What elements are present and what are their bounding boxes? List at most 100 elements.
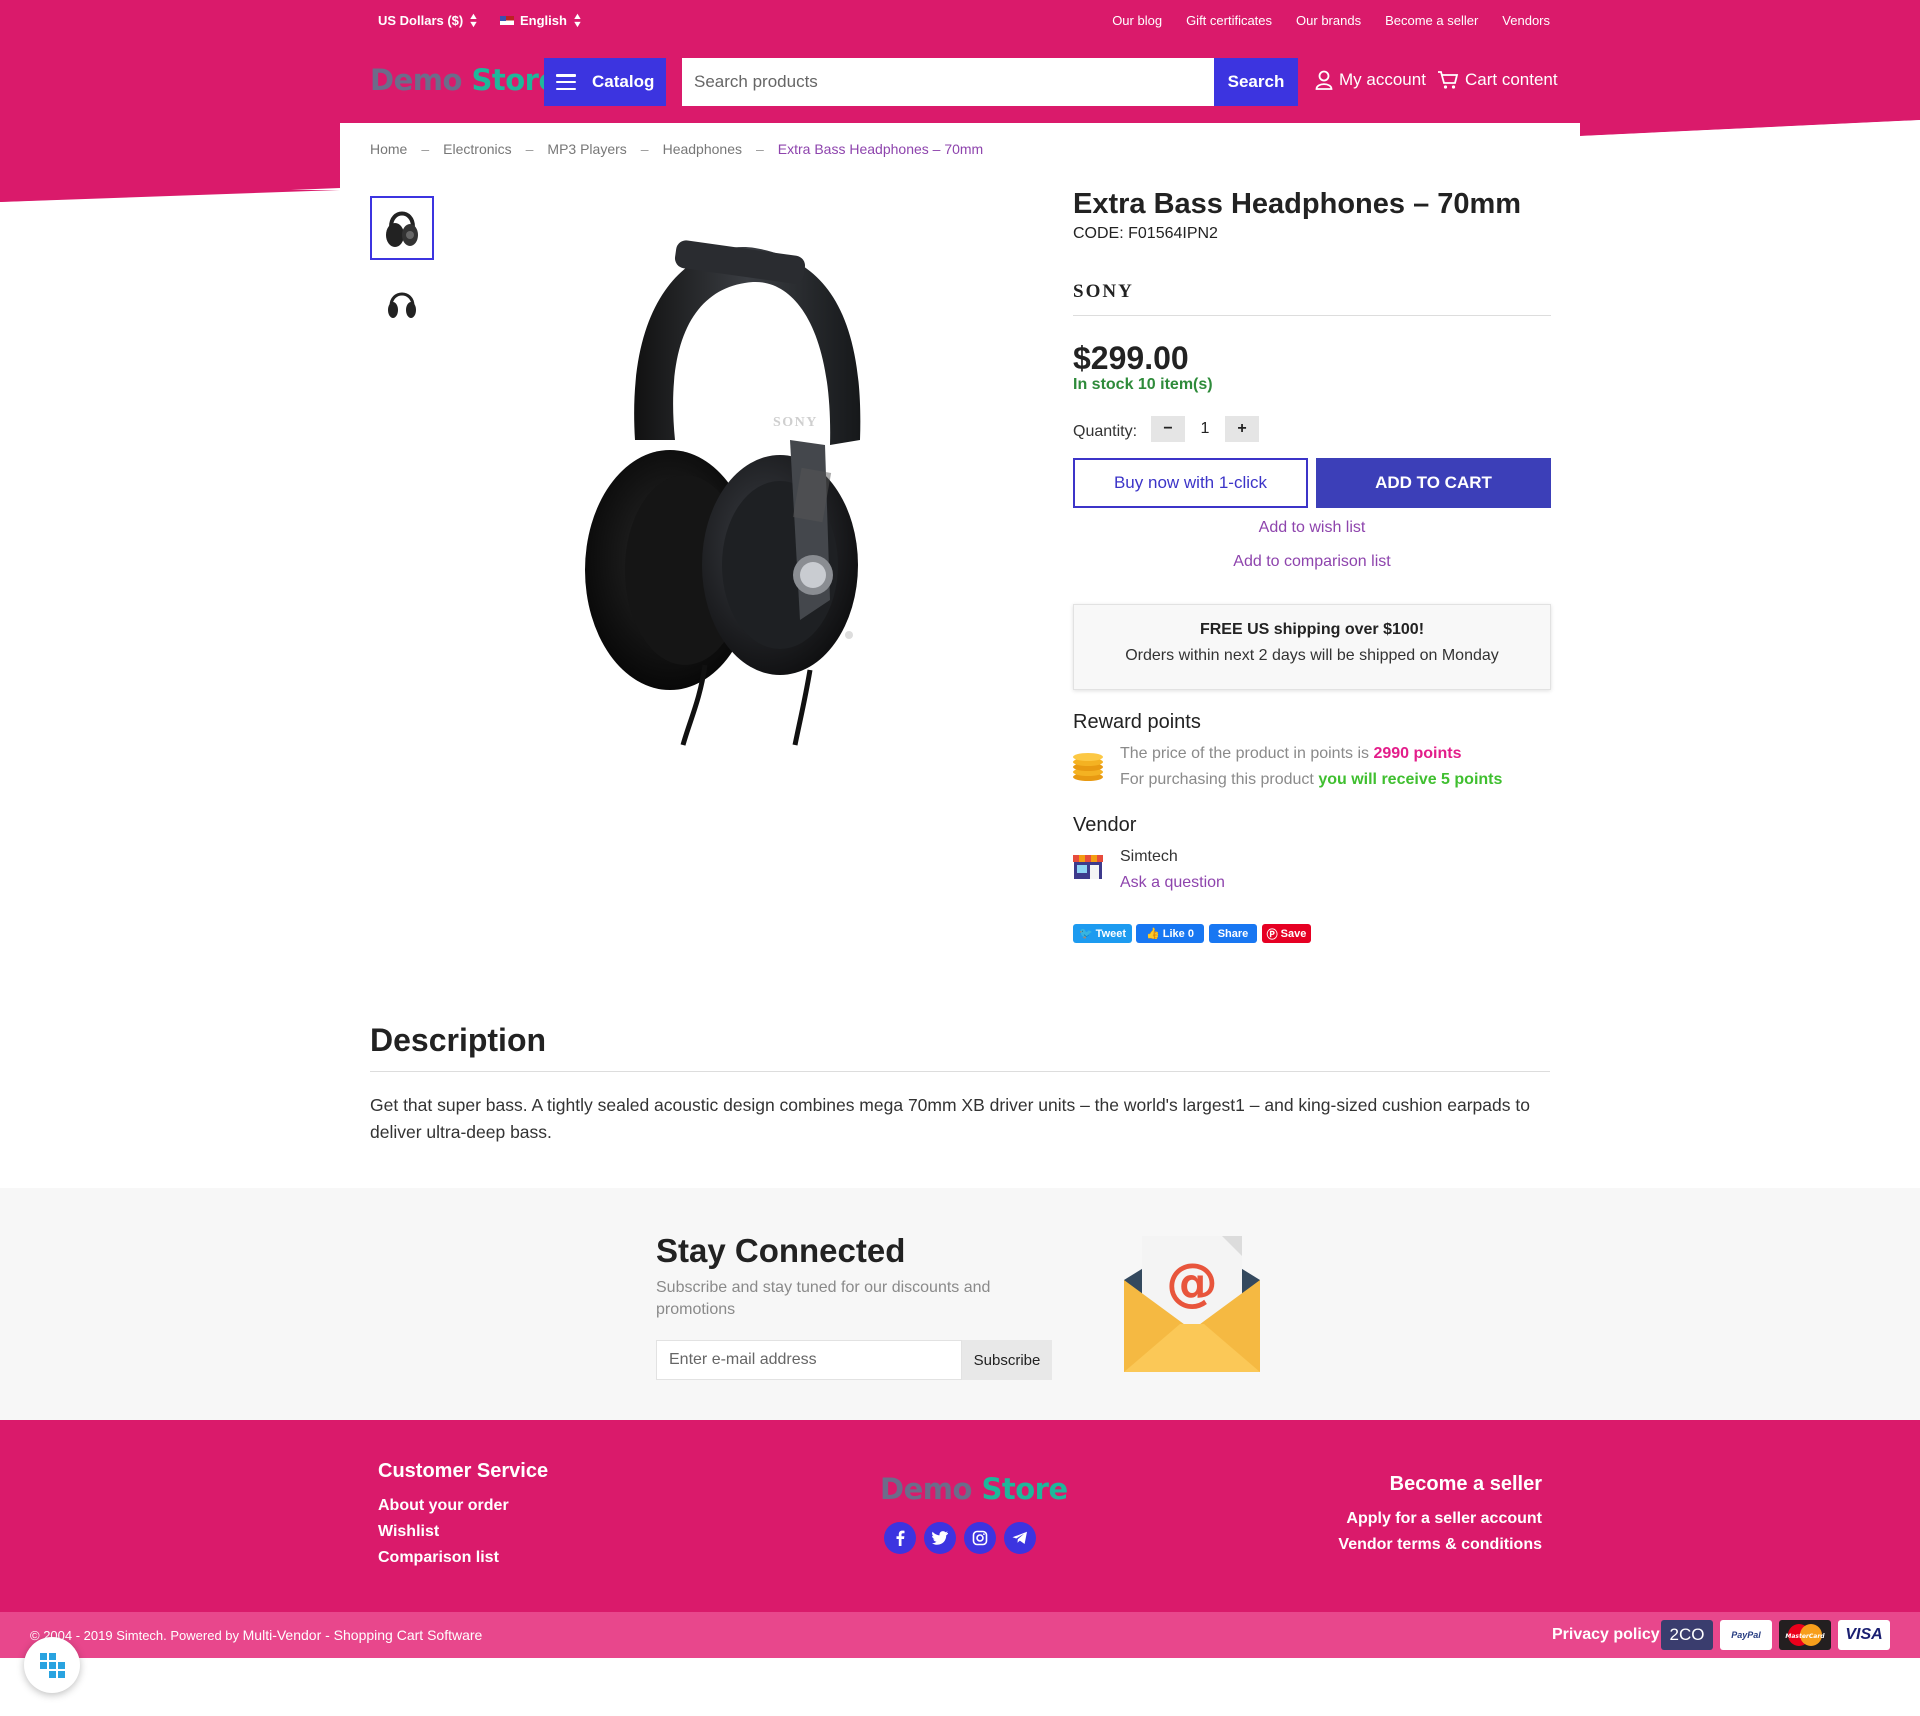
- breadcrumb-separator: –: [525, 141, 534, 157]
- apps-menu-button[interactable]: [24, 1637, 80, 1693]
- coins-icon: [1073, 753, 1103, 781]
- breadcrumb-mp3-players[interactable]: MP3 Players: [547, 141, 626, 157]
- store-logo[interactable]: Demo Store: [370, 63, 558, 97]
- newsletter-email-input[interactable]: [656, 1340, 962, 1380]
- pinterest-save-button[interactable]: Ⓟ Save: [1262, 924, 1311, 943]
- facebook-icon[interactable]: [884, 1522, 916, 1554]
- add-to-wishlist-link[interactable]: Add to wish list: [1073, 519, 1551, 537]
- product-main-image[interactable]: SONY: [565, 240, 925, 750]
- top-link-blog[interactable]: Our blog: [1112, 13, 1162, 28]
- quantity-stepper: − +: [1151, 416, 1259, 442]
- quantity-decrease-button[interactable]: −: [1151, 416, 1185, 442]
- vendor-name[interactable]: Simtech: [1120, 848, 1178, 866]
- divider: [370, 1071, 1550, 1072]
- top-links: Our blog Gift certificates Our brands Be…: [1112, 13, 1550, 28]
- footer-link-vendor-terms[interactable]: Vendor terms & conditions: [1242, 1536, 1542, 1554]
- product-price: $299.00: [1073, 340, 1189, 376]
- reward-points-heading: Reward points: [1073, 711, 1201, 733]
- like-label: Like 0: [1162, 927, 1194, 940]
- mastercard-label: MasterCard: [1785, 1633, 1825, 1640]
- email-envelope-icon: @: [1124, 1236, 1260, 1372]
- reward-receive-text: For purchasing this product: [1120, 771, 1319, 788]
- privacy-policy-link[interactable]: Privacy policy: [1552, 1626, 1660, 1644]
- logo-text-demo: Demo: [880, 1472, 972, 1506]
- footer-link-wishlist[interactable]: Wishlist: [378, 1523, 439, 1541]
- cart-label: Cart content: [1465, 70, 1558, 89]
- updown-icon: ▲ ▼: [468, 11, 480, 29]
- ask-question-link[interactable]: Ask a question: [1120, 874, 1225, 892]
- quantity-input[interactable]: [1185, 416, 1225, 442]
- quantity-label: Quantity:: [1073, 423, 1138, 440]
- grid-icon: [40, 1653, 65, 1678]
- menu-icon: [556, 74, 576, 90]
- my-account-link[interactable]: My account: [1315, 70, 1426, 90]
- visa-payment-icon: VISA: [1838, 1620, 1890, 1650]
- top-link-become-seller[interactable]: Become a seller: [1385, 13, 1478, 28]
- currency-selector[interactable]: US Dollars ($) ▲ ▼: [378, 11, 480, 29]
- header-left-slope: [0, 190, 340, 210]
- 2co-payment-icon: 2CO: [1661, 1620, 1713, 1650]
- vendor-heading: Vendor: [1073, 814, 1137, 836]
- facebook-share-button[interactable]: Share: [1209, 924, 1257, 943]
- my-account-label: My account: [1339, 70, 1426, 89]
- save-label: Save: [1280, 927, 1307, 940]
- pinterest-icon: Ⓟ: [1266, 928, 1278, 941]
- buy-one-click-button[interactable]: Buy now with 1-click: [1073, 458, 1308, 508]
- facebook-like-button[interactable]: 👍 Like 0: [1136, 924, 1204, 943]
- breadcrumb-current: Extra Bass Headphones – 70mm: [777, 141, 984, 157]
- paypal-payment-icon: PayPal: [1720, 1620, 1772, 1650]
- customer-service-heading: Customer Service: [378, 1460, 549, 1482]
- breadcrumb-electronics[interactable]: Electronics: [443, 141, 511, 157]
- bottom-bar: © 2004 - 2019 Simtech. Powered by Multi-…: [0, 1612, 1920, 1658]
- footer-store-logo[interactable]: Demo Store: [880, 1472, 1068, 1506]
- thumbnail-2[interactable]: [370, 272, 434, 336]
- description-text: Get that super bass. A tightly sealed ac…: [370, 1095, 1530, 1142]
- currency-label: US Dollars ($): [378, 12, 464, 28]
- reward-price-value: 2990 points: [1373, 745, 1462, 762]
- search-button[interactable]: Search: [1214, 58, 1298, 106]
- subscribe-button[interactable]: Subscribe: [962, 1340, 1052, 1380]
- share-label: Share: [1217, 927, 1249, 940]
- add-to-comparison-link[interactable]: Add to comparison list: [1073, 553, 1551, 571]
- mastercard-payment-icon: MasterCard: [1779, 1620, 1831, 1650]
- shipping-promo-text: Orders within next 2 days will be shippe…: [1125, 647, 1499, 664]
- twitter-icon[interactable]: [924, 1522, 956, 1554]
- reward-receive-value: you will receive 5 points: [1318, 771, 1503, 788]
- description-heading: Description: [370, 1022, 547, 1058]
- logo-text-demo: Demo: [370, 63, 462, 97]
- updown-icon: ▲ ▼: [572, 11, 583, 29]
- tweet-button[interactable]: 🐦 Tweet: [1073, 924, 1132, 943]
- quantity-increase-button[interactable]: +: [1225, 416, 1259, 442]
- top-link-brands[interactable]: Our brands: [1296, 13, 1361, 28]
- brand-logo[interactable]: SONY: [1073, 281, 1134, 303]
- language-label: English: [520, 12, 567, 28]
- headphones-thumbnail-icon: [388, 292, 416, 318]
- breadcrumb-headphones[interactable]: Headphones: [663, 141, 742, 157]
- top-bar: US Dollars ($) ▲ ▼ English ▲ ▼ Our blog Gi…: [370, 0, 1550, 42]
- product-code: CODE: F01564IPN2: [1073, 225, 1218, 242]
- footer-link-comparison[interactable]: Comparison list: [378, 1549, 499, 1567]
- logo-text-store: Store: [981, 1472, 1069, 1506]
- top-link-vendors[interactable]: Vendors: [1502, 13, 1550, 28]
- shipping-promo-box: FREE US shipping over $100! Orders withi…: [1073, 604, 1551, 690]
- twitter-icon: 🐦: [1078, 928, 1093, 940]
- footer-link-apply-seller[interactable]: Apply for a seller account: [1242, 1510, 1542, 1528]
- cart-link[interactable]: Cart content: [1437, 70, 1558, 90]
- footer-link-about-order[interactable]: About your order: [378, 1497, 509, 1515]
- top-link-gift-certificates[interactable]: Gift certificates: [1186, 13, 1272, 28]
- breadcrumb-home[interactable]: Home: [370, 141, 407, 157]
- add-to-cart-button[interactable]: ADD TO CART: [1316, 458, 1551, 508]
- shipping-promo-title: FREE US shipping over $100!: [1199, 621, 1425, 638]
- search-input[interactable]: [682, 58, 1214, 106]
- powered-by-link[interactable]: Multi-Vendor - Shopping Cart Software: [243, 1627, 483, 1643]
- catalog-label: Catalog: [592, 72, 655, 91]
- reward-price-in-points: The price of the product in points is 29…: [1120, 745, 1462, 763]
- language-selector[interactable]: English ▲ ▼: [500, 11, 583, 29]
- instagram-icon[interactable]: [964, 1522, 996, 1554]
- divider: [1073, 315, 1551, 316]
- us-flag-icon: [500, 15, 514, 25]
- catalog-button[interactable]: Catalog: [544, 58, 666, 106]
- stock-status: In stock 10 item(s): [1073, 376, 1213, 393]
- telegram-icon[interactable]: [1004, 1522, 1036, 1554]
- thumbnail-1[interactable]: [370, 196, 434, 260]
